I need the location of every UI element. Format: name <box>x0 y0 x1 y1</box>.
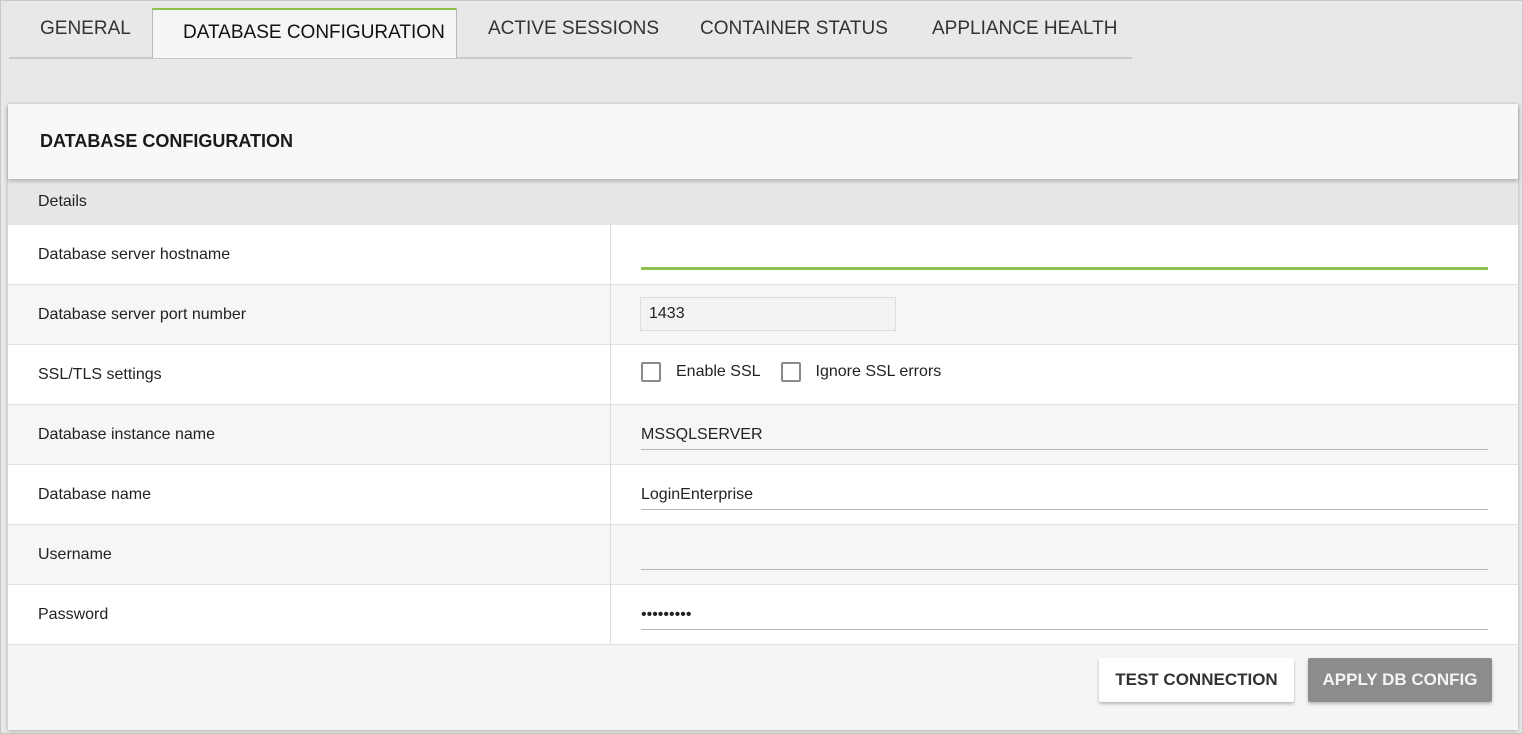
password-label: Password <box>8 585 611 644</box>
username-label: Username <box>8 525 611 584</box>
ssl-label: SSL/TLS settings <box>8 345 611 404</box>
tab-active-sessions[interactable]: ACTIVE SESSIONS <box>457 1 669 55</box>
tab-general[interactable]: GENERAL <box>9 1 152 55</box>
window-frame: GENERAL DATABASE CONFIGURATION ACTIVE SE… <box>0 0 1523 734</box>
enable-ssl-checkbox[interactable] <box>641 362 661 382</box>
section-details: Details <box>8 179 1518 225</box>
tab-bar: GENERAL DATABASE CONFIGURATION ACTIVE SE… <box>9 1 1132 59</box>
enable-ssl-label[interactable]: Enable SSL <box>676 363 761 381</box>
ignore-ssl-errors-label[interactable]: Ignore SSL errors <box>816 363 942 381</box>
password-input[interactable] <box>641 601 1488 630</box>
ssl-options: Enable SSL Ignore SSL errors <box>641 362 961 382</box>
username-input[interactable] <box>641 541 1488 570</box>
test-connection-button[interactable]: TEST CONNECTION <box>1099 658 1294 702</box>
instance-label: Database instance name <box>8 405 611 464</box>
row-port: Database server port number <box>8 285 1518 345</box>
hostname-input[interactable] <box>641 239 1488 270</box>
ignore-ssl-errors-checkbox[interactable] <box>780 362 801 382</box>
tab-appliance-health[interactable]: APPLIANCE HEALTH <box>901 1 1131 55</box>
database-configuration-panel: DATABASE CONFIGURATION Details Database … <box>8 104 1518 730</box>
row-ssl: SSL/TLS settings Enable SSL Ignore SSL e… <box>8 345 1518 405</box>
panel-title: DATABASE CONFIGURATION <box>40 131 293 151</box>
port-input[interactable] <box>640 297 896 331</box>
row-instance: Database instance name <box>8 405 1518 465</box>
row-password: Password <box>8 585 1518 645</box>
row-hostname: Database server hostname <box>8 225 1518 285</box>
apply-db-config-button[interactable]: APPLY DB CONFIG <box>1308 658 1492 702</box>
row-dbname: Database name <box>8 465 1518 525</box>
row-username: Username <box>8 525 1518 585</box>
panel-footer: TEST CONNECTION APPLY DB CONFIG <box>8 645 1518 720</box>
tab-database-configuration[interactable]: DATABASE CONFIGURATION <box>152 8 457 58</box>
dbname-label: Database name <box>8 465 611 524</box>
hostname-label: Database server hostname <box>8 225 611 284</box>
panel-header: DATABASE CONFIGURATION <box>8 104 1518 179</box>
tab-container-status[interactable]: CONTAINER STATUS <box>669 1 901 55</box>
instance-input[interactable] <box>641 421 1488 450</box>
port-label: Database server port number <box>8 285 611 344</box>
dbname-input[interactable] <box>641 481 1488 510</box>
